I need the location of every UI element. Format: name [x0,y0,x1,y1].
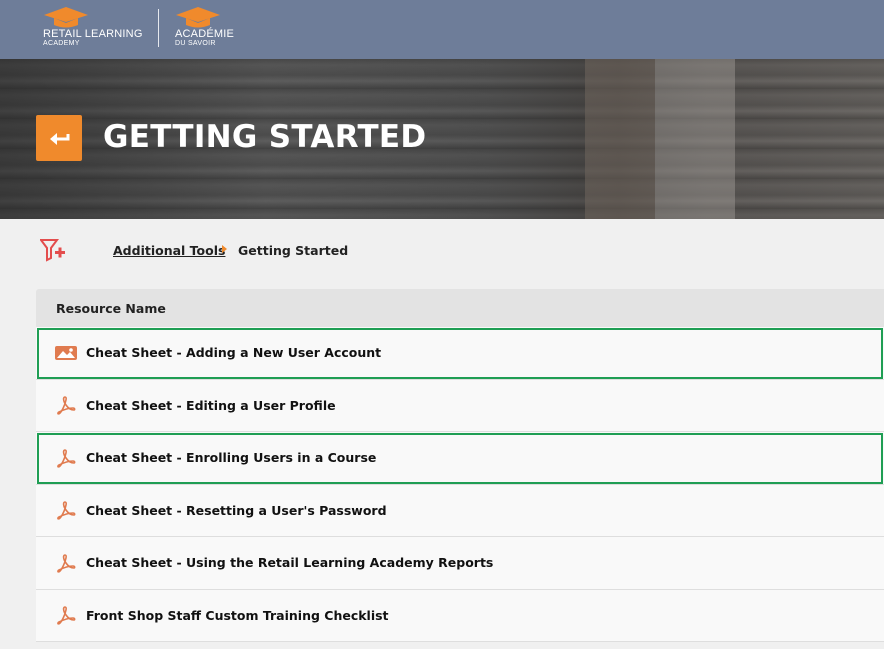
table-row[interactable]: Cheat Sheet - Using the Retail Learning … [36,537,884,590]
resource-name: Cheat Sheet - Resetting a User's Passwor… [86,502,387,518]
pdf-icon [55,396,77,415]
graduation-cap-icon [44,7,88,28]
breadcrumb-additional-tools[interactable]: Additional Tools [113,243,225,258]
graduation-cap-icon [176,7,220,28]
resource-name: Cheat Sheet - Adding a New User Account [86,345,382,361]
table-row[interactable]: Cheat Sheet - Editing a User Profile [36,379,884,432]
academie-du-savoir-logo[interactable]: ACADÉMIE DU SAVOIR [175,6,234,48]
table-row[interactable]: Cheat Sheet - Adding a New User Account [36,327,884,380]
top-header-bar: RETAIL LEARNING ACADEMY ACADÉMIE DU SAVO… [0,0,884,59]
resource-name: Front Shop Staff Custom Training Checkli… [86,607,389,623]
logo-en-line1: RETAIL LEARNING [43,28,143,40]
pdf-icon [55,501,77,520]
pdf-icon [55,448,77,468]
pdf-icon [55,606,77,625]
image-icon [55,344,77,362]
logo-divider [158,9,159,47]
breadcrumb-separator-icon [222,245,227,253]
pdf-icon [55,553,77,573]
table-row[interactable]: Front Shop Staff Custom Training Checkli… [36,589,884,642]
hero-banner: GETTING STARTED [0,59,884,219]
back-arrow-icon [50,133,70,145]
resource-name: Cheat Sheet - Using the Retail Learning … [86,555,494,571]
logo-fr-line2: DU SAVOIR [175,40,216,47]
resource-table: Resource Name Cheat Sheet - Adding a New… [36,289,884,642]
column-header-resource-name[interactable]: Resource Name [36,289,884,327]
logo-fr-line1: ACADÉMIE [175,28,235,40]
filter-add-icon[interactable] [39,237,66,263]
back-button[interactable] [36,115,82,161]
breadcrumb-current: Getting Started [238,243,349,258]
table-row[interactable]: Cheat Sheet - Enrolling Users in a Cours… [36,432,884,485]
retail-learning-academy-logo[interactable]: RETAIL LEARNING ACADEMY [43,6,143,48]
logo-en-line2: ACADEMY [43,40,80,47]
page-title: GETTING STARTED [103,119,427,155]
resource-name: Cheat Sheet - Enrolling Users in a Cours… [86,450,377,466]
resource-name: Cheat Sheet - Editing a User Profile [86,397,336,413]
table-row[interactable]: Cheat Sheet - Resetting a User's Passwor… [36,484,884,537]
